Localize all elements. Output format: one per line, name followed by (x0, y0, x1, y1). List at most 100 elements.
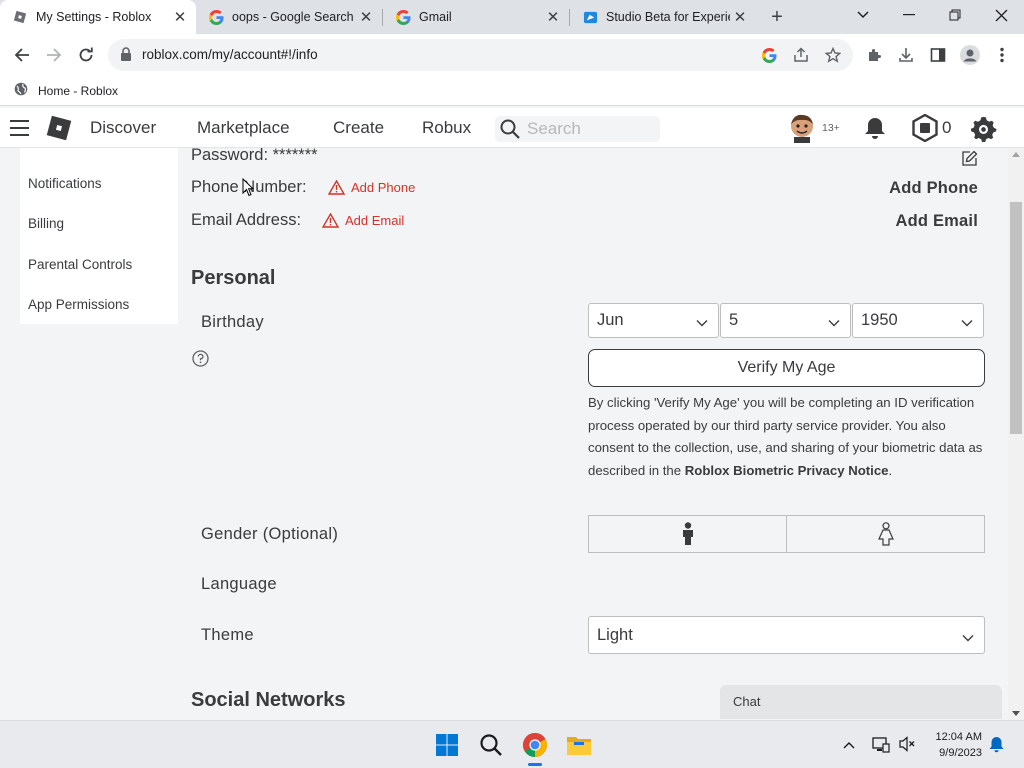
chevron-down-icon (696, 313, 708, 332)
tab-gmail[interactable]: Gmail ✕ (383, 0, 569, 34)
google-lens-icon[interactable] (760, 46, 778, 64)
sidebar-item-app-permissions[interactable]: App Permissions (28, 297, 129, 312)
personal-heading: Personal (191, 267, 276, 289)
settings-sidebar: Notifications Billing Parental Controls … (20, 148, 178, 324)
robux-balance[interactable]: 0 (942, 118, 951, 138)
add-phone-warning[interactable]: Add Phone (328, 180, 415, 195)
profile-avatar-icon[interactable] (958, 43, 982, 67)
tab-google-search[interactable]: oops - Google Search ✕ (196, 0, 382, 34)
add-email-warning[interactable]: Add Email (322, 213, 404, 228)
sidebar-item-parental-controls[interactable]: Parental Controls (28, 257, 132, 272)
language-label: Language (201, 575, 277, 593)
forward-button[interactable] (42, 43, 66, 67)
roblox-logo-icon[interactable] (45, 114, 73, 142)
active-app-indicator (528, 763, 542, 766)
add-phone-button[interactable]: Add Phone (889, 179, 978, 198)
extensions-icon[interactable] (862, 43, 886, 67)
verify-age-notice: By clicking 'Verify My Age' you will be … (588, 395, 983, 478)
gender-female-option[interactable] (786, 516, 984, 552)
close-tab-icon[interactable]: ✕ (543, 7, 563, 27)
biometric-privacy-notice-link[interactable]: Roblox Biometric Privacy Notice (685, 463, 889, 478)
new-tab-button[interactable]: + (766, 6, 788, 28)
address-bar[interactable]: roblox.com/my/account#!/info (108, 39, 853, 71)
birth-day-select[interactable]: 5 (720, 303, 851, 338)
search-placeholder: Search (527, 119, 581, 138)
settings-gear-icon[interactable] (970, 115, 997, 147)
chrome-taskbar-icon[interactable] (521, 731, 549, 759)
google-favicon-icon (208, 9, 224, 25)
roblox-studio-favicon-icon (582, 9, 598, 25)
help-question-icon[interactable] (192, 350, 209, 367)
scroll-down-arrow-icon[interactable] (1012, 711, 1020, 716)
nav-create[interactable]: Create (333, 118, 384, 138)
theme-select[interactable]: Light (588, 616, 985, 654)
notification-bell-icon[interactable] (864, 116, 886, 145)
warning-icon (328, 180, 345, 195)
bookmark-label: Home - Roblox (38, 83, 119, 98)
file-explorer-icon[interactable] (565, 731, 593, 759)
sidebar-item-notifications[interactable]: Notifications (28, 176, 102, 191)
hamburger-menu-icon[interactable] (10, 120, 29, 136)
add-email-button[interactable]: Add Email (896, 212, 978, 231)
sidebar-item-billing[interactable]: Billing (28, 216, 64, 231)
windows-start-icon[interactable] (433, 731, 461, 759)
chrome-menu-icon[interactable] (990, 43, 1014, 67)
show-hidden-icons-icon[interactable] (843, 736, 855, 754)
clock-date: 9/9/2023 (939, 747, 982, 759)
lock-icon[interactable] (120, 47, 132, 67)
scrollbar-thumb[interactable] (1010, 202, 1022, 434)
close-tab-icon[interactable]: ✕ (356, 7, 376, 27)
email-address-label: Email Address: (191, 211, 302, 229)
globe-icon (14, 82, 28, 99)
close-tab-icon[interactable]: ✕ (730, 7, 750, 27)
birth-month-select[interactable]: Jun (588, 303, 719, 338)
nav-discover[interactable]: Discover (90, 118, 156, 138)
chevron-down-icon (828, 313, 840, 332)
bookmarks-bar: Home - Roblox (0, 76, 1024, 106)
verify-my-age-button[interactable]: Verify My Age (588, 349, 985, 387)
tab-title: Gmail (419, 10, 452, 24)
url-text: roblox.com/my/account#!/info (142, 47, 318, 62)
side-panel-icon[interactable] (926, 43, 950, 67)
gender-male-option[interactable] (589, 516, 786, 552)
reload-button[interactable] (74, 43, 98, 67)
password-value: ******* (272, 146, 318, 164)
theme-label: Theme (201, 626, 254, 644)
nav-marketplace[interactable]: Marketplace (197, 118, 290, 138)
close-tab-icon[interactable]: ✕ (170, 7, 190, 27)
bookmark-star-icon[interactable] (824, 46, 842, 64)
tab-search-button[interactable] (840, 0, 886, 30)
chevron-down-icon (962, 628, 974, 647)
chat-bar[interactable]: Chat (720, 685, 1002, 719)
birthday-label: Birthday (201, 313, 264, 331)
tab-title: Studio Beta for Experie (606, 10, 730, 24)
page-scrollbar[interactable] (1008, 148, 1024, 720)
edit-pencil-icon[interactable] (961, 150, 978, 172)
share-icon[interactable] (792, 46, 810, 64)
back-button[interactable] (10, 43, 34, 67)
birth-year-select[interactable]: 1950 (852, 303, 984, 338)
volume-muted-icon[interactable] (898, 735, 916, 758)
social-networks-heading: Social Networks (191, 689, 346, 711)
notification-center-icon[interactable] (989, 736, 1004, 758)
scroll-up-arrow-icon[interactable] (1012, 152, 1020, 157)
system-clock[interactable]: 12:04 AM 9/9/2023 (922, 729, 982, 761)
search-input[interactable]: Search (495, 116, 660, 142)
tab-my-settings[interactable]: My Settings - Roblox ✕ (0, 0, 196, 34)
nav-robux[interactable]: Robux (422, 118, 471, 138)
gender-selector (588, 515, 985, 553)
gender-label: Gender (Optional) (201, 525, 339, 543)
download-icon[interactable] (894, 43, 918, 67)
restore-button[interactable] (932, 0, 978, 30)
minimize-button[interactable] (886, 0, 932, 30)
bookmark-home-roblox[interactable]: Home - Roblox (14, 82, 118, 99)
browser-tab-strip: My Settings - Roblox ✕ oops - Google Sea… (0, 0, 1024, 34)
close-window-button[interactable] (978, 0, 1024, 30)
tab-studio-beta[interactable]: Studio Beta for Experie ✕ (570, 0, 756, 34)
robux-icon[interactable] (912, 113, 938, 147)
taskbar-search-icon[interactable] (477, 731, 505, 759)
network-icon[interactable] (872, 735, 890, 758)
roblox-favicon-icon (12, 9, 28, 25)
avatar-icon[interactable] (788, 113, 816, 148)
tab-title: oops - Google Search (232, 10, 354, 24)
